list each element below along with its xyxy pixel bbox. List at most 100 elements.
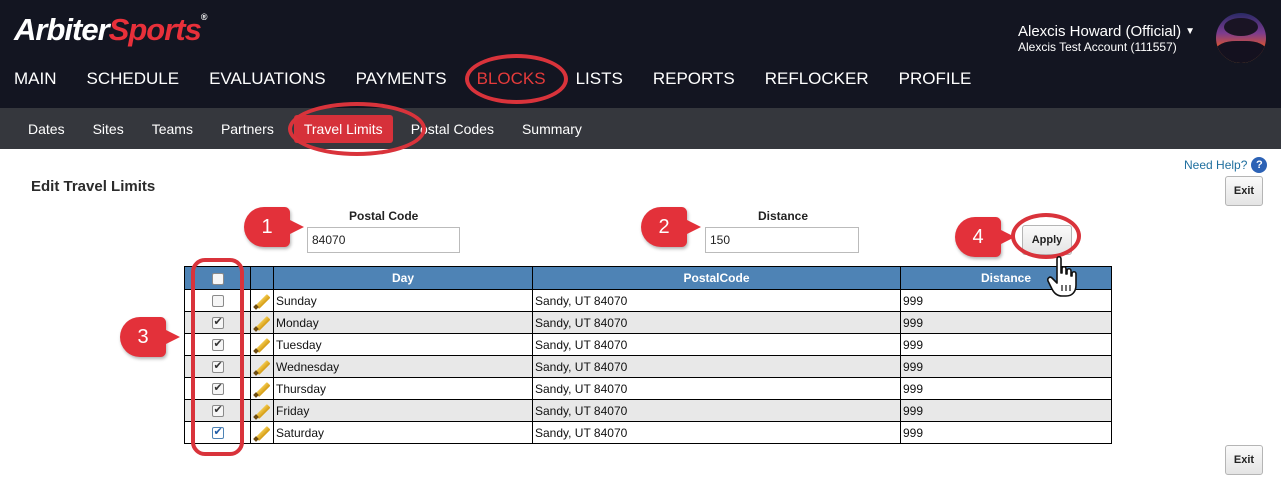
postal-cell: Sandy, UT 84070 [532, 311, 901, 334]
postal-code-input[interactable] [307, 227, 460, 253]
nav-payments[interactable]: PAYMENTS [356, 66, 447, 96]
edit-cell [250, 311, 274, 334]
travel-limits-table: Day PostalCode Distance Sunday Sandy, UT… [184, 266, 1112, 444]
row-select-cell [184, 421, 251, 444]
nav-reports[interactable]: REPORTS [653, 66, 735, 96]
table-row: Sunday Sandy, UT 84070 999 [184, 289, 1112, 312]
logo-trademark: ® [200, 12, 208, 22]
subnav-summary[interactable]: Summary [522, 121, 582, 137]
distance-cell: 999 [900, 399, 1112, 422]
main-nav: MAIN SCHEDULE EVALUATIONS PAYMENTS BLOCK… [0, 66, 987, 96]
row-checkbox[interactable] [211, 403, 224, 418]
row-checkbox[interactable] [211, 381, 224, 396]
nav-evaluations[interactable]: EVALUATIONS [209, 66, 326, 96]
pencil-edit-icon[interactable] [253, 336, 271, 354]
pencil-edit-icon[interactable] [253, 402, 271, 420]
step-marker-4: 4 [955, 217, 1015, 257]
row-select-cell [184, 377, 251, 400]
caret-down-icon: ▼ [1185, 26, 1195, 37]
distance-label: Distance [758, 209, 809, 223]
day-cell: Thursday [273, 377, 533, 400]
subnav-partners[interactable]: Partners [221, 121, 274, 137]
postal-cell: Sandy, UT 84070 [532, 399, 901, 422]
step-marker-3: 3 [120, 317, 180, 357]
table-row: Wednesday Sandy, UT 84070 999 [184, 355, 1112, 378]
subnav-sites[interactable]: Sites [93, 121, 124, 137]
row-checkbox[interactable] [211, 337, 224, 352]
postal-cell: Sandy, UT 84070 [532, 377, 901, 400]
postal-code-header: PostalCode [532, 266, 901, 290]
row-checkbox[interactable] [211, 425, 224, 440]
hand-cursor-icon [1047, 255, 1077, 297]
avatar[interactable] [1216, 13, 1266, 63]
top-header: ArbiterSports® Alexcis Howard (Official)… [0, 0, 1281, 108]
step-marker-2: 2 [641, 207, 701, 247]
step-marker-1: 1 [244, 207, 304, 247]
distance-cell: 999 [900, 421, 1112, 444]
nav-lists[interactable]: LISTS [576, 66, 623, 96]
row-checkbox[interactable] [211, 295, 224, 308]
pencil-edit-icon[interactable] [253, 380, 271, 398]
help-icon: ? [1251, 157, 1268, 173]
subnav-postal-codes[interactable]: Postal Codes [411, 121, 494, 137]
exit-button-top[interactable]: Exit [1225, 176, 1263, 206]
nav-profile[interactable]: PROFILE [899, 66, 972, 96]
edit-cell [250, 355, 274, 378]
row-checkbox[interactable] [211, 359, 224, 374]
postal-cell: Sandy, UT 84070 [532, 421, 901, 444]
postal-code-label: Postal Code [349, 209, 419, 223]
day-header: Day [273, 266, 533, 290]
user-menu[interactable]: Alexcis Howard (Official) ▼ Alexcis Test … [1018, 23, 1195, 54]
need-help-label: Need Help? [1184, 158, 1248, 172]
logo-arbiter-text: Arbiter [14, 12, 110, 47]
row-select-cell [184, 289, 251, 312]
distance-cell: 999 [900, 355, 1112, 378]
need-help-link[interactable]: Need Help?? [1184, 157, 1268, 173]
day-cell: Monday [273, 311, 533, 334]
subnav-teams[interactable]: Teams [152, 121, 193, 137]
table-row: Thursday Sandy, UT 84070 999 [184, 377, 1112, 400]
edit-cell [250, 399, 274, 422]
exit-button-bottom[interactable]: Exit [1225, 445, 1263, 475]
day-cell: Saturday [273, 421, 533, 444]
postal-cell: Sandy, UT 84070 [532, 289, 901, 312]
page-title: Edit Travel Limits [31, 178, 156, 195]
table-header-row: Day PostalCode Distance [184, 266, 1112, 290]
day-cell: Friday [273, 399, 533, 422]
apply-button[interactable]: Apply [1022, 225, 1072, 255]
day-cell: Sunday [273, 289, 533, 312]
row-select-cell [184, 355, 251, 378]
nav-schedule[interactable]: SCHEDULE [87, 66, 180, 96]
pencil-edit-icon[interactable] [253, 314, 271, 332]
postal-cell: Sandy, UT 84070 [532, 355, 901, 378]
nav-blocks[interactable]: BLOCKS [477, 66, 546, 96]
postal-cell: Sandy, UT 84070 [532, 333, 901, 356]
pencil-edit-icon[interactable] [253, 358, 271, 376]
table-row: Saturday Sandy, UT 84070 999 [184, 421, 1112, 444]
sub-nav: Dates Sites Teams Partners Travel Limits… [0, 108, 1281, 149]
subnav-dates[interactable]: Dates [28, 121, 65, 137]
day-cell: Tuesday [273, 333, 533, 356]
distance-cell: 999 [900, 333, 1112, 356]
row-select-cell [184, 311, 251, 334]
nav-reflocker[interactable]: REFLOCKER [765, 66, 869, 96]
edit-cell [250, 289, 274, 312]
pencil-edit-icon[interactable] [253, 292, 271, 310]
subnav-travel-limits[interactable]: Travel Limits [293, 114, 393, 143]
select-all-header [184, 266, 251, 290]
table-row: Tuesday Sandy, UT 84070 999 [184, 333, 1112, 356]
select-all-checkbox[interactable] [211, 272, 224, 285]
distance-input[interactable] [705, 227, 859, 253]
arbitersports-logo[interactable]: ArbiterSports® [14, 12, 208, 48]
user-account: Alexcis Test Account (111557) [1017, 40, 1177, 54]
edit-cell [250, 333, 274, 356]
pencil-edit-icon[interactable] [253, 424, 271, 442]
edit-header [250, 266, 274, 290]
edit-cell [250, 377, 274, 400]
distance-cell: 999 [900, 311, 1112, 334]
row-checkbox[interactable] [211, 315, 224, 330]
nav-main[interactable]: MAIN [14, 66, 57, 96]
edit-cell [250, 421, 274, 444]
day-cell: Wednesday [273, 355, 533, 378]
table-row: Monday Sandy, UT 84070 999 [184, 311, 1112, 334]
